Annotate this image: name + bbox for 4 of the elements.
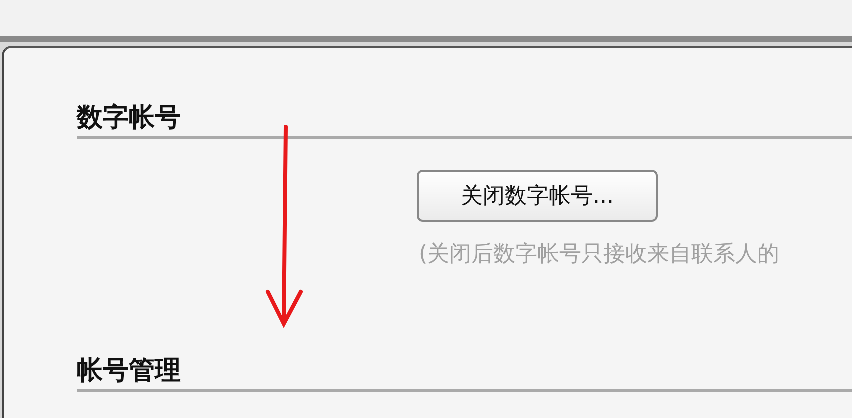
hint-text: (关闭后数字帐号只接收来自联系人的 — [419, 241, 781, 269]
section-title: 数字帐号 — [77, 102, 181, 135]
section-title: 帐号管理 — [77, 355, 181, 388]
close-account-button[interactable]: 关闭数字帐号... — [417, 170, 658, 222]
